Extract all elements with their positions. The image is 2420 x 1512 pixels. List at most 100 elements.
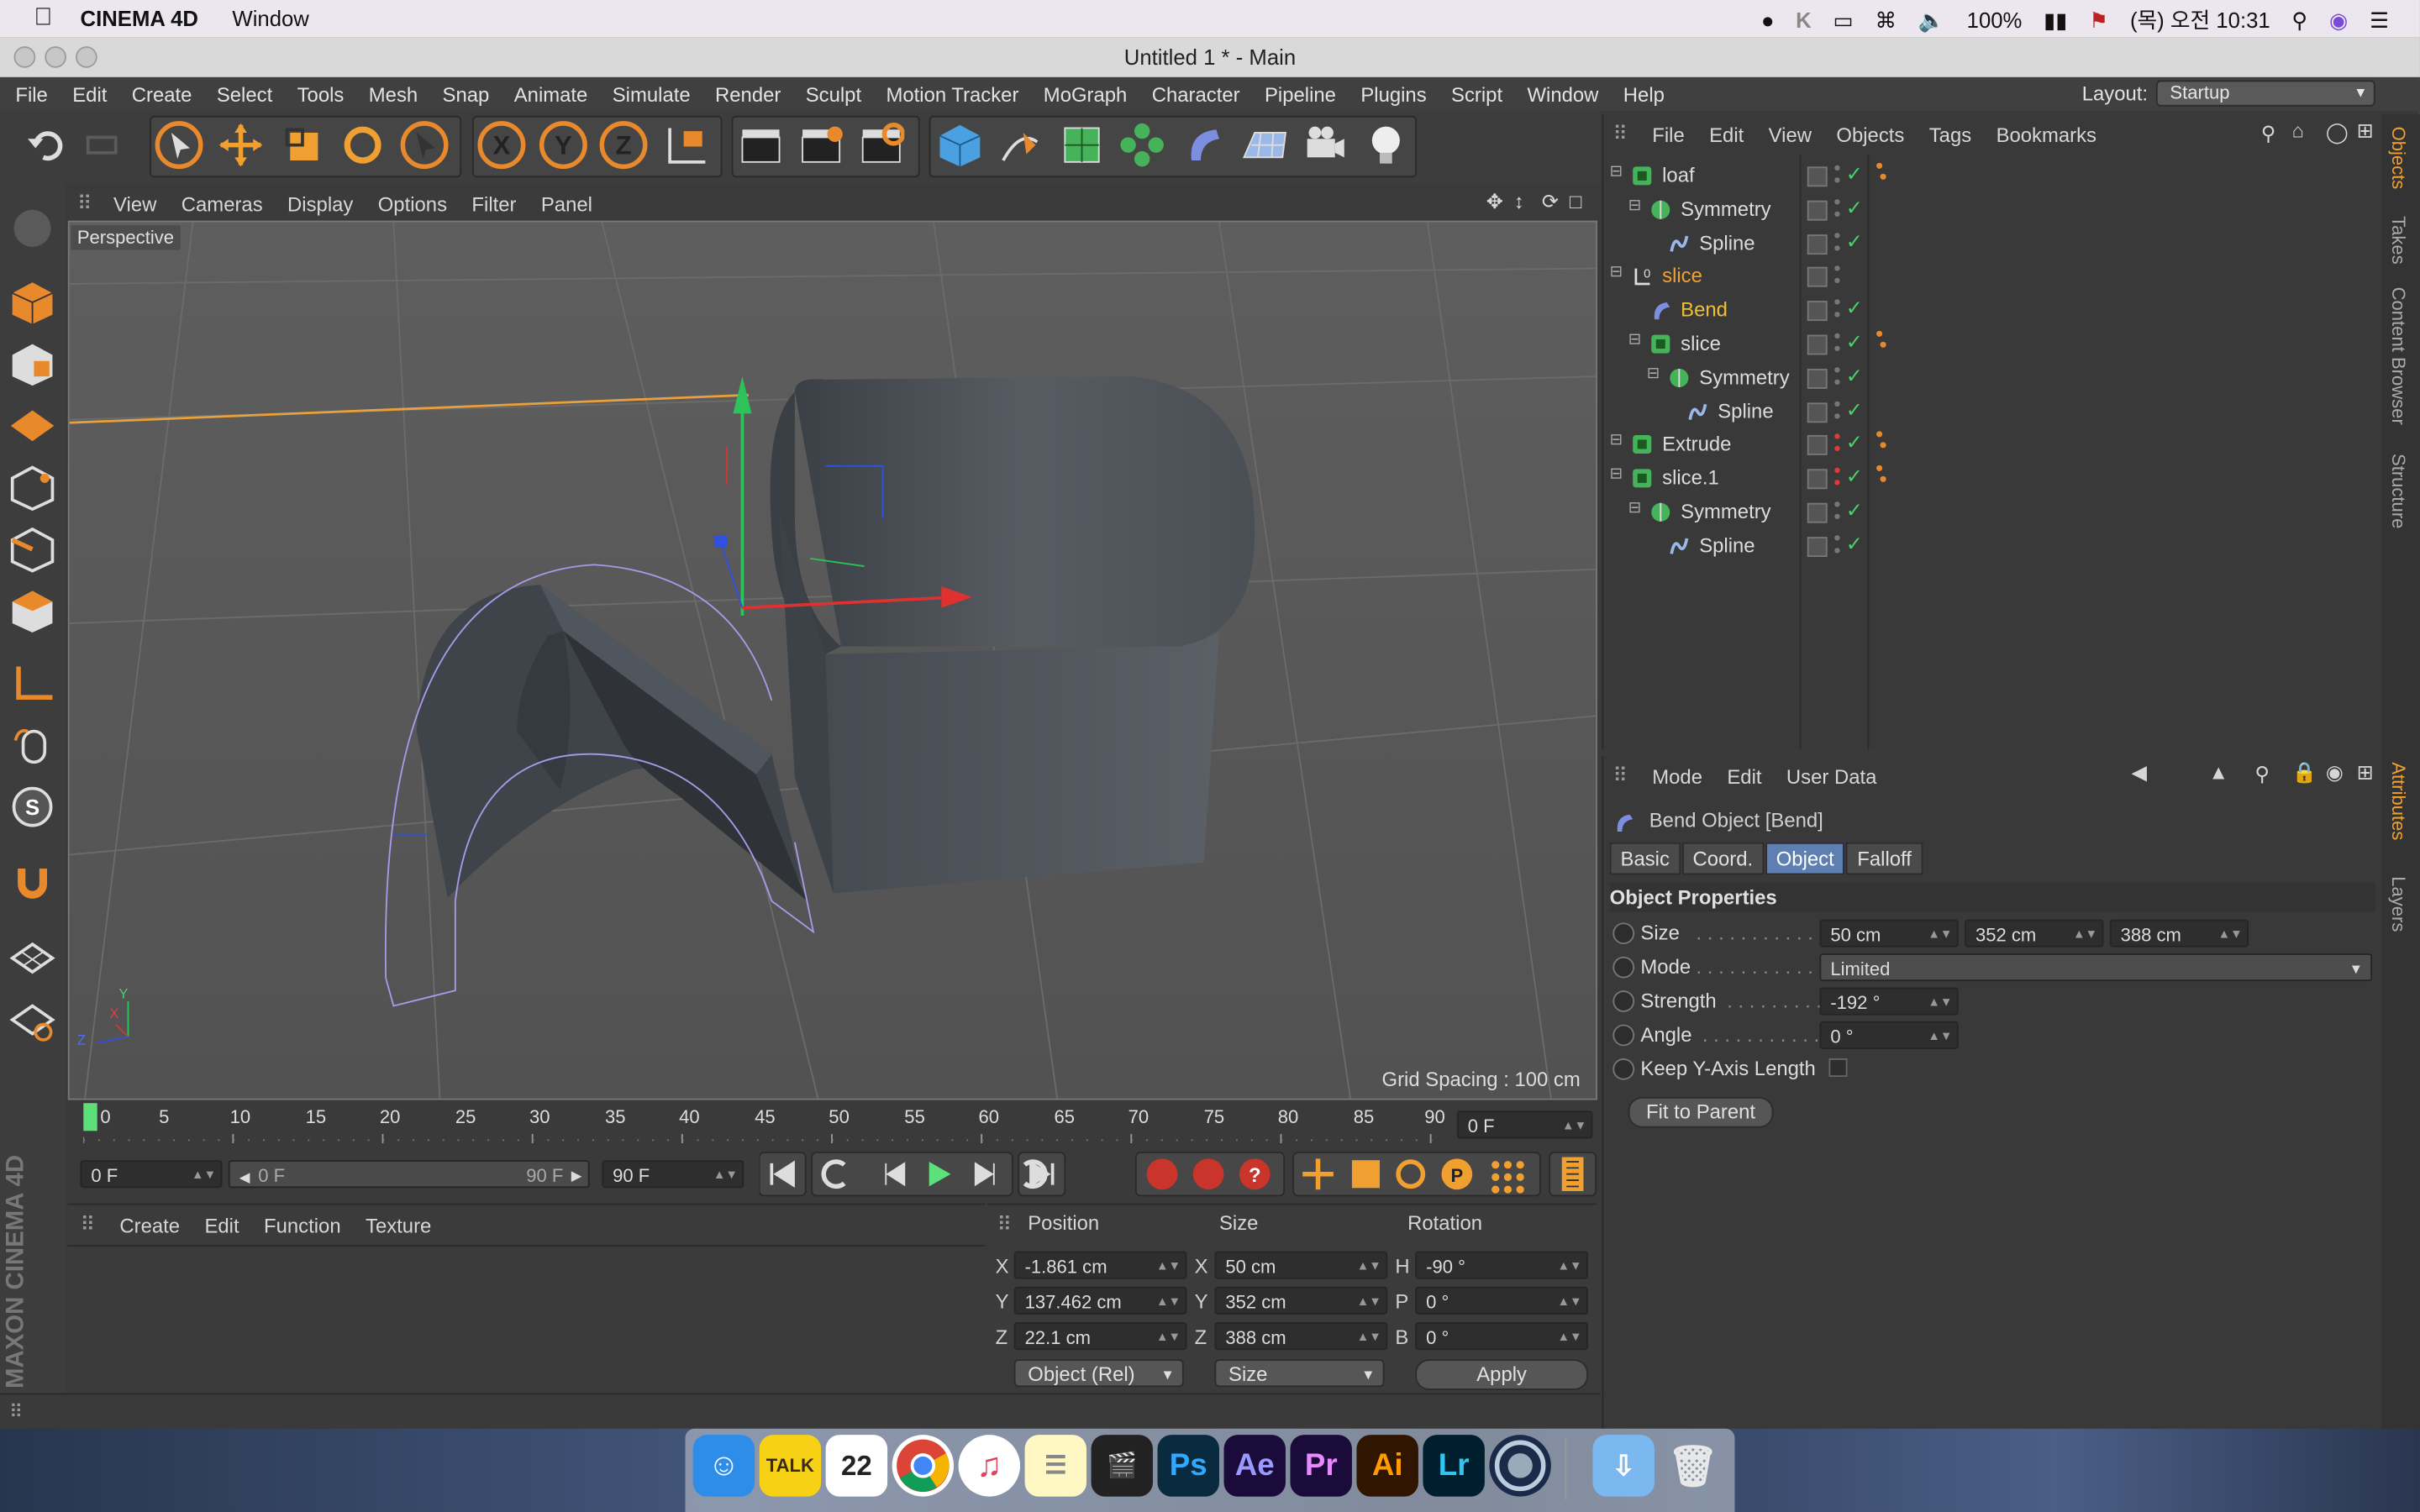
enabled-check-icon[interactable]: ✓ [1846,364,1863,388]
object-tree-row[interactable]: Spline ● ● ✓ [1603,226,2383,260]
menu-sculpt[interactable]: Sculpt [793,82,874,106]
object-name[interactable]: slice [1662,265,1702,288]
fit-to-parent-button[interactable]: Fit to Parent [1628,1096,1774,1128]
tab-object[interactable]: Object [1765,842,1845,875]
enabled-check-icon[interactable]: ✓ [1846,196,1863,220]
render-settings-button[interactable] [854,118,909,173]
battery-percent[interactable]: 100% [1967,8,2023,32]
object-name[interactable]: loaf [1662,164,1695,187]
animate-radio[interactable] [1612,1058,1635,1080]
visibility-dots-icon[interactable]: ● ● [1833,430,1841,455]
expand-toggle-icon[interactable]: ⊟ [1628,500,1641,517]
menu-character[interactable]: Character [1139,82,1252,106]
vtab-layers[interactable]: Layers [2387,876,2409,932]
object-tree-row[interactable]: ⊟ Symmetry ● ● ✓ [1603,496,2383,529]
vtab-structure[interactable]: Structure [2387,454,2409,528]
viewport-zoom-icon[interactable]: ↕ [1514,190,1524,213]
layer-toggle-icon[interactable] [1807,267,1828,288]
object-name[interactable]: Symmetry [1699,365,1789,389]
record-keys-icon[interactable] [1146,1158,1178,1190]
vp-menu-display[interactable]: Display [287,192,353,216]
object-tree-row[interactable]: Spline ● ● ✓ [1603,394,2383,428]
menu-pipeline[interactable]: Pipeline [1252,82,1348,106]
cloner-button[interactable] [1114,118,1170,173]
apply-button[interactable]: Apply [1415,1359,1588,1390]
timeline-ruler[interactable]: 0 5 10 15 20 25 30 35 40 45 50 55 60 65 … [67,1100,1597,1143]
expand-toggle-icon[interactable]: ⊟ [1647,365,1660,382]
object-tree-row[interactable]: ⊟ 0 slice ● ● [1603,260,2383,293]
animate-radio[interactable] [1612,922,1635,945]
autokey-icon[interactable] [1192,1158,1224,1190]
layer-toggle-icon[interactable] [1807,166,1828,187]
visibility-dots-icon[interactable]: ● ● [1833,464,1841,489]
photoshop-icon[interactable]: Ps [1157,1435,1219,1497]
rotation-b-field[interactable]: 0 ° ▲▼ [1415,1322,1588,1351]
viewport-maximize-icon[interactable]: □ [1570,190,1581,213]
visibility-dots-icon[interactable]: ● ● [1833,296,1841,321]
mat-menu-edit[interactable]: Edit [204,1214,239,1237]
layer-toggle-icon[interactable] [1807,200,1828,221]
undo-button[interactable] [15,118,71,173]
obj-menu-view[interactable]: View [1769,123,1812,146]
menu-create[interactable]: Create [119,82,204,106]
animate-radio[interactable] [1612,956,1635,979]
layer-toggle-icon[interactable] [1807,301,1828,322]
position-x-field[interactable]: -1.861 cm ▲▼ [1013,1251,1187,1279]
search-icon[interactable]: ⚲ [2254,762,2270,786]
phong-tag-icon[interactable]: ● ● [1876,158,1888,182]
attr-menu-user-data[interactable]: User Data [1786,764,1877,788]
planar-workplane-button[interactable] [5,994,60,1049]
wifi-icon[interactable]: ⌘ [1875,7,1897,33]
enabled-check-icon[interactable]: ✓ [1846,297,1863,321]
viewport-perspective[interactable]: Perspective Y X Z Grid Spacing : 100 cm [67,220,1597,1100]
deformer-button[interactable] [1176,118,1232,173]
end-frame-field[interactable]: 90 F ▲▼ [602,1160,744,1189]
current-frame-field[interactable]: 0 F ▲▼ [1456,1110,1593,1139]
vp-menu-panel[interactable]: Panel [541,192,592,216]
expand-toggle-icon[interactable]: ⊟ [1628,197,1641,214]
battery-icon[interactable]: ▮▮ [2044,7,2067,33]
premiere-icon[interactable]: Pr [1290,1435,1352,1497]
playhead[interactable] [83,1103,97,1131]
layout-select[interactable]: Startup ▼ [2155,80,2375,107]
frame-range-slider[interactable]: ◀ 0 F 90 F ▶ [228,1160,590,1189]
menu-simulate[interactable]: Simulate [600,82,702,106]
menu-tools[interactable]: Tools [285,82,356,106]
menu-help[interactable]: Help [1611,82,1677,106]
x-axis-lock-button[interactable]: X [474,118,529,173]
snap-button[interactable] [5,855,60,911]
layer-toggle-icon[interactable] [1807,502,1828,523]
menu-file[interactable]: File [3,82,60,106]
size-y-field[interactable]: 352 cm ▲▼ [1214,1286,1388,1315]
menu-select[interactable]: Select [204,82,285,106]
downloads-folder-icon[interactable]: ⇩ [1592,1435,1655,1497]
attr-menu-mode[interactable]: Mode [1652,764,1702,788]
pen-spline-button[interactable] [992,118,1048,173]
attr-menu-edit[interactable]: Edit [1727,764,1761,788]
obj-menu-edit[interactable]: Edit [1709,123,1744,146]
visibility-dots-icon[interactable]: ● ● [1833,262,1841,287]
render-view-button[interactable] [733,118,788,173]
enabled-check-icon[interactable]: ✓ [1846,532,1863,556]
object-tree-row[interactable]: ⊟ slice.1 ● ● ✓ ● ● [1603,461,2383,496]
object-tree-row[interactable]: ⊟ loaf ● ● ✓ ● ● [1603,158,2383,192]
recent-tool-button[interactable] [397,118,452,173]
live-selection-button[interactable] [151,118,207,173]
trash-icon[interactable]: 🗑 [1662,1435,1723,1496]
texture-mode-button[interactable] [5,336,60,391]
apple-icon[interactable]:  [34,5,52,33]
position-y-field[interactable]: 137.462 cm ▲▼ [1013,1286,1187,1315]
new-panel-icon[interactable]: ⊞ [2357,118,2374,143]
object-name[interactable]: slice.1 [1662,466,1719,490]
subdivision-surface-button[interactable] [1054,118,1109,173]
phong-tag-icon[interactable]: ● ● [1876,326,1888,350]
expand-toggle-icon[interactable]: ⊟ [1610,433,1623,449]
vp-menu-options[interactable]: Options [378,192,447,216]
edges-mode-button[interactable] [5,522,60,577]
obj-menu-bookmarks[interactable]: Bookmarks [1996,123,2096,146]
menu-window[interactable]: Window [1515,82,1611,106]
mat-menu-texture[interactable]: Texture [366,1214,431,1237]
up-arrow-icon[interactable]: ▲ [2208,760,2228,784]
model-mode-button[interactable] [5,275,60,330]
record-point-level-icon[interactable] [1491,1161,1524,1194]
